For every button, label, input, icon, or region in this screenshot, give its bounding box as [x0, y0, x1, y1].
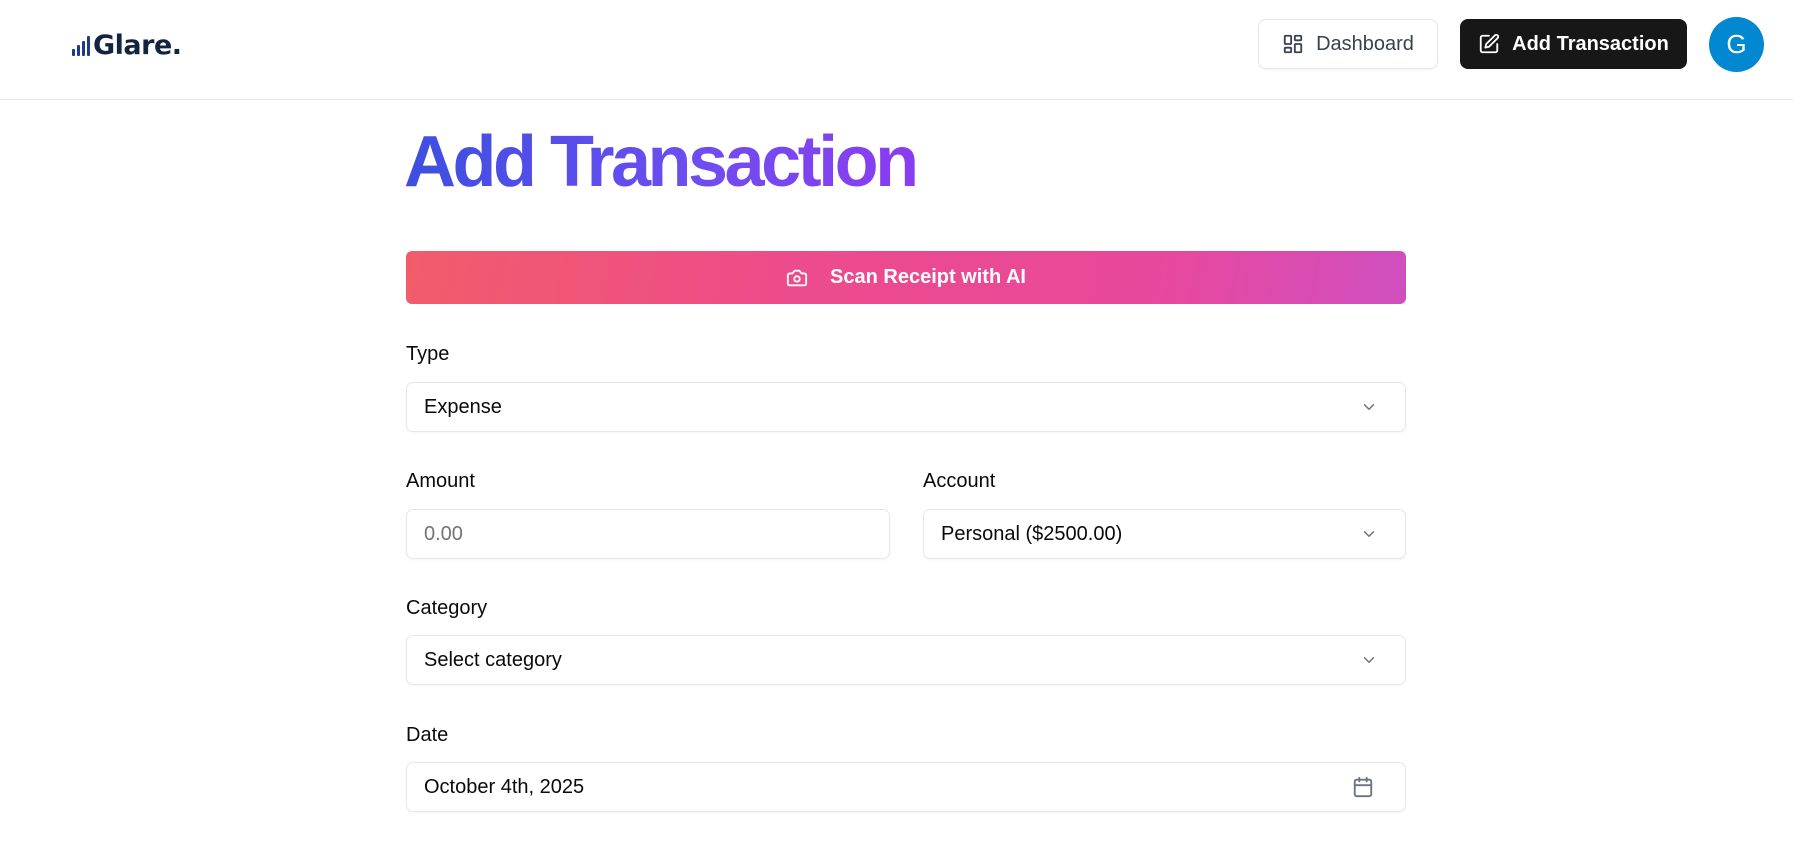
user-avatar[interactable]: G	[1709, 17, 1764, 72]
category-label: Category	[406, 597, 488, 619]
top-navbar: Glare. Dashboard Add Transaction G	[0, 0, 1793, 100]
dashboard-button-label: Dashboard	[1316, 32, 1414, 55]
logo-text: Glare.	[93, 29, 182, 61]
type-label: Type	[406, 343, 450, 365]
scan-receipt-button[interactable]: Scan Receipt with AI	[406, 251, 1406, 304]
layout-dashboard-icon	[1282, 33, 1304, 55]
camera-icon	[786, 267, 808, 289]
page-title: Add Transaction	[404, 122, 919, 202]
amount-label: Amount	[406, 470, 475, 492]
chevron-down-icon	[1358, 396, 1380, 418]
account-label: Account	[923, 470, 996, 492]
bar-chart-logo-icon	[72, 34, 90, 56]
amount-input[interactable]: 0.00	[406, 509, 890, 559]
account-select-value: Personal ($2500.00)	[941, 522, 1123, 545]
pen-square-icon	[1478, 33, 1500, 55]
avatar-initial: G	[1726, 29, 1747, 59]
date-label: Date	[406, 724, 449, 746]
account-select[interactable]: Personal ($2500.00)	[923, 509, 1406, 559]
add-transaction-button-label: Add Transaction	[1512, 32, 1669, 55]
chevron-down-icon	[1358, 649, 1380, 671]
category-select-value: Select category	[424, 648, 562, 671]
add-transaction-button[interactable]: Add Transaction	[1460, 19, 1687, 69]
date-picker[interactable]: October 4th, 2025	[406, 762, 1406, 812]
app-logo[interactable]: Glare.	[72, 28, 182, 62]
type-select[interactable]: Expense	[406, 382, 1406, 432]
calendar-icon[interactable]	[1352, 776, 1374, 798]
category-select[interactable]: Select category	[406, 635, 1406, 685]
chevron-down-icon	[1358, 523, 1380, 545]
dashboard-button[interactable]: Dashboard	[1258, 19, 1438, 69]
date-picker-value: October 4th, 2025	[424, 775, 585, 798]
amount-input-placeholder: 0.00	[424, 522, 463, 545]
scan-receipt-button-label: Scan Receipt with AI	[830, 266, 1026, 288]
type-select-value: Expense	[424, 395, 502, 418]
